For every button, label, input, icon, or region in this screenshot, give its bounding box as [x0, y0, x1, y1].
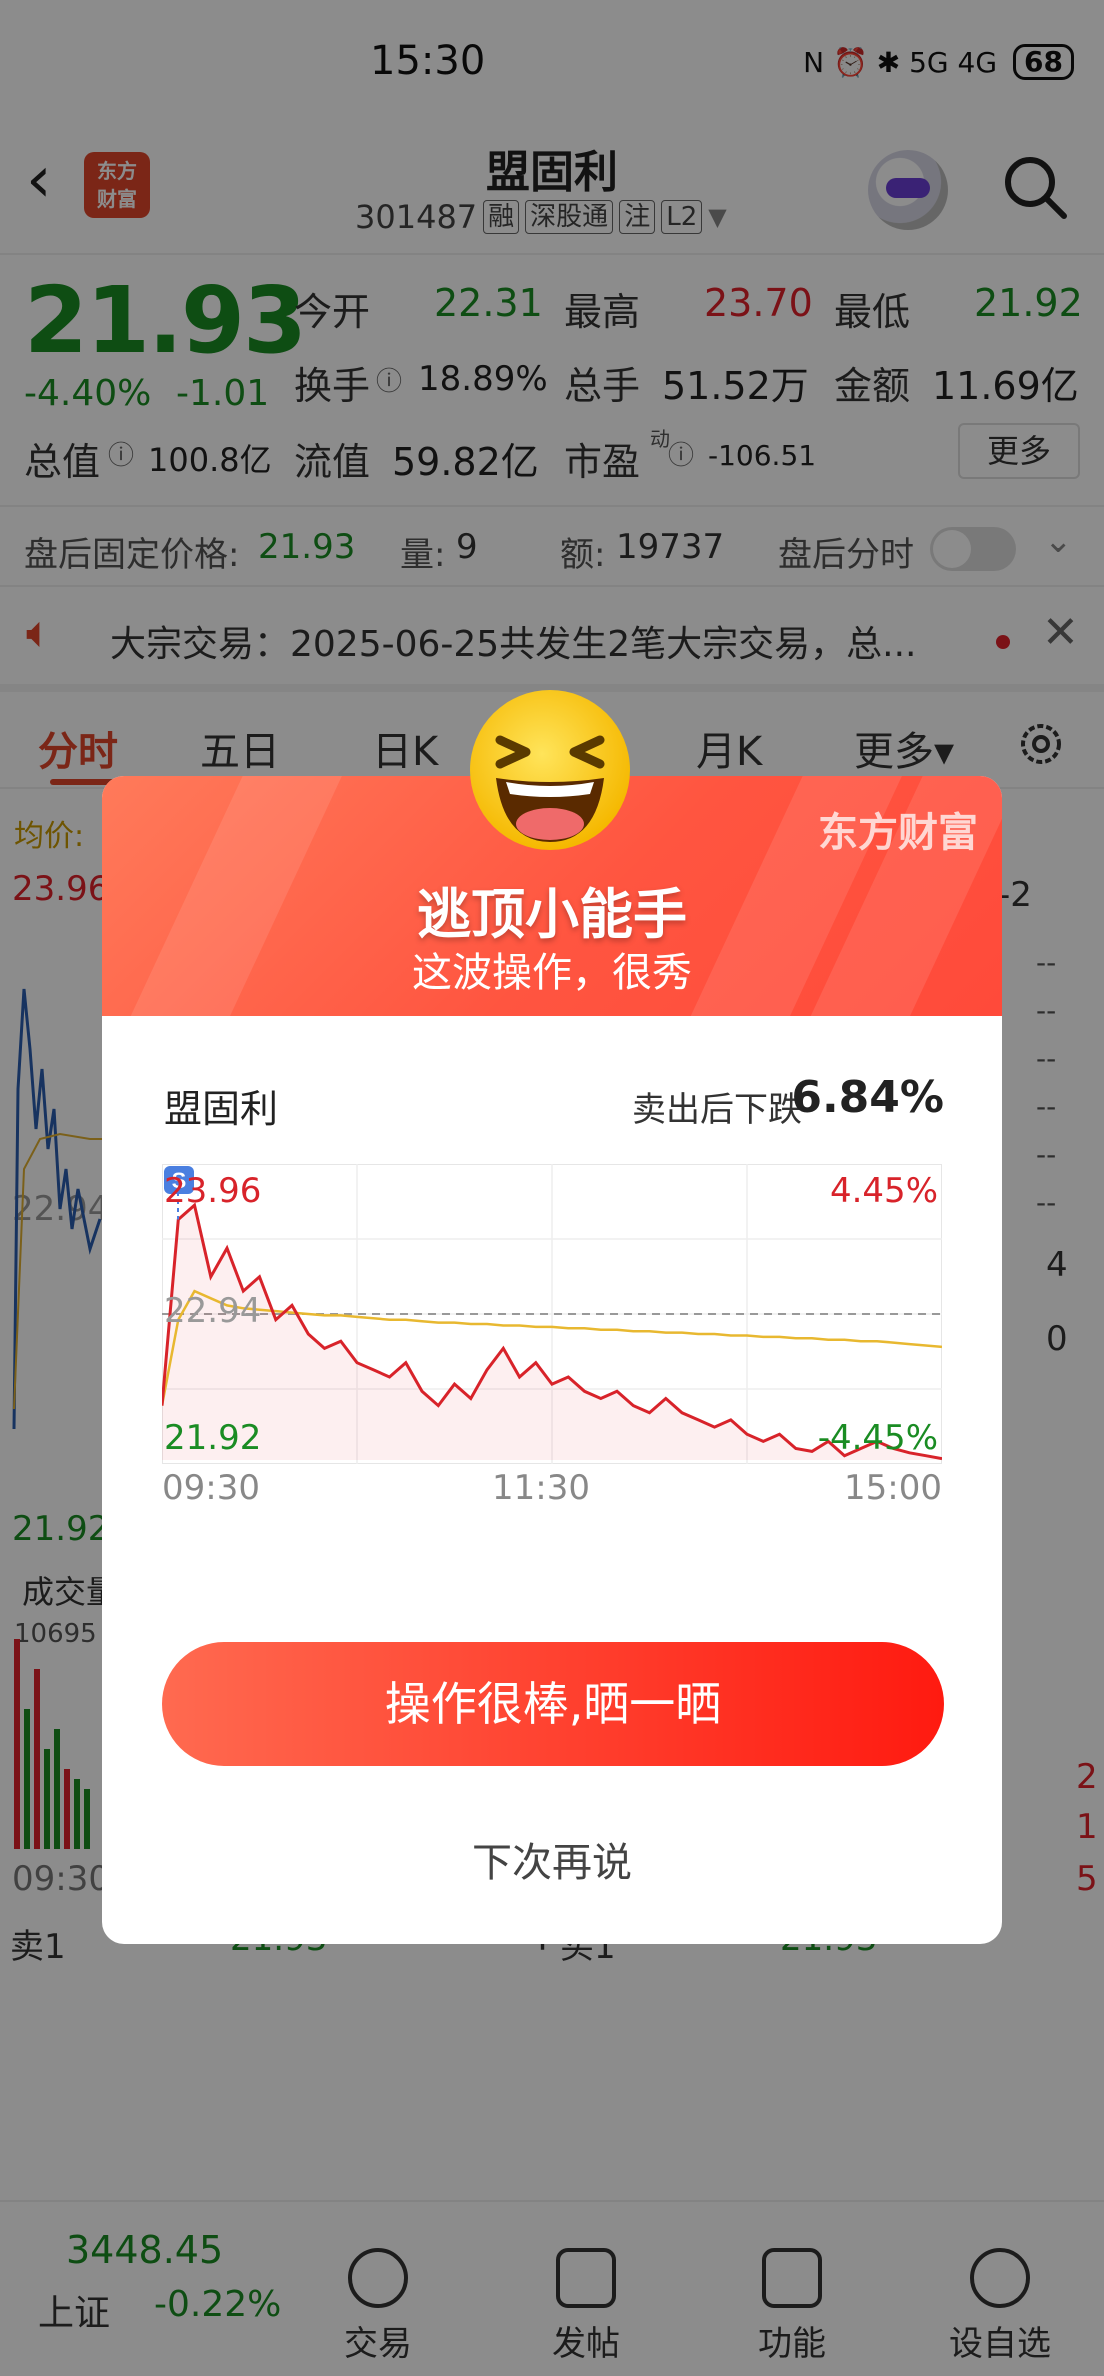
x-tick-label: 11:30	[492, 1468, 590, 1508]
x-tick-label: 09:30	[162, 1468, 260, 1508]
drop-after-sell-label: 卖出后下跌	[632, 1090, 802, 1130]
modal-title: 逃顶小能手	[417, 883, 687, 946]
x-tick-label: 15:00	[844, 1468, 942, 1508]
modal-subtitle: 这波操作，很秀	[412, 950, 692, 996]
brand-watermark: 东方财富	[818, 810, 978, 856]
mini-intraday-chart: S 23.96 22.94 21.92 4.45% -4.45% 09:30 11:30 15…	[160, 1164, 943, 1508]
pct-top-label: 4.45%	[830, 1171, 938, 1211]
share-button[interactable]: 操作很棒,晒一晒	[162, 1642, 944, 1766]
achievement-modal: 东方财富 逃顶小能手 这波操作，很秀 盟固利 卖出后下跌 6.84% S 23.9…	[102, 776, 1002, 1944]
modal-stock-name: 盟固利	[164, 1087, 279, 1131]
drop-after-sell-value: 6.84%	[791, 1072, 944, 1123]
y-mid-label: 22.94	[164, 1291, 261, 1331]
mini-chart-svg: S23.9622.9421.924.45%-4.45%	[160, 1164, 943, 1464]
dismiss-link[interactable]: 下次再说	[102, 1830, 1002, 1888]
pct-bottom-label: -4.45%	[818, 1418, 938, 1458]
laughing-emoji-icon	[470, 690, 630, 850]
y-bottom-label: 21.92	[164, 1418, 261, 1458]
y-top-label: 23.96	[164, 1171, 261, 1211]
